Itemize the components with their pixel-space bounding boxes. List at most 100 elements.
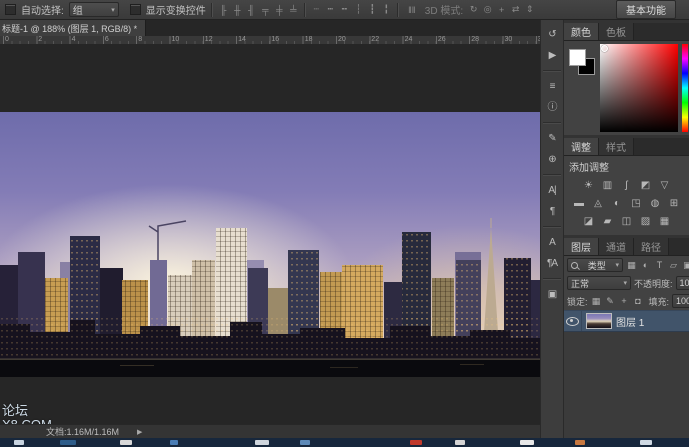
color-balance-adjustment-icon[interactable]: ◬: [591, 197, 606, 211]
vibrance-adjustment-icon[interactable]: ▽: [657, 179, 672, 193]
tab-paths[interactable]: 路径: [634, 238, 669, 255]
distribute-left-edges-icon[interactable]: ┆: [353, 4, 364, 15]
lock-image-pixels-icon[interactable]: ✎: [605, 296, 616, 307]
search-icon: [571, 262, 578, 269]
ruler-number: 20: [338, 36, 346, 44]
hue-slider[interactable]: [682, 44, 688, 132]
color-lookup-adjustment-icon[interactable]: ⊞: [667, 197, 682, 211]
tab-swatches[interactable]: 色板: [599, 23, 634, 40]
distribute-bottom-edges-icon[interactable]: ╍: [339, 4, 350, 15]
channel-mixer-adjustment-icon[interactable]: ◍: [648, 197, 663, 211]
character-styles-panel-icon[interactable]: A: [542, 234, 562, 251]
auto-select-dropdown[interactable]: 组▾: [69, 2, 119, 17]
character-panel-icon[interactable]: A|: [542, 182, 562, 199]
curves-adjustment-icon[interactable]: ʃ: [619, 179, 634, 193]
3d-slide-icon[interactable]: ⇄: [510, 4, 521, 15]
hue-saturation-adjustment-icon[interactable]: ▬: [572, 197, 587, 211]
lock-position-icon[interactable]: +: [619, 296, 630, 306]
align-vertical-centers-icon[interactable]: ╪: [274, 5, 285, 15]
properties-panel-icon[interactable]: ≡: [542, 78, 562, 95]
distribute-top-edges-icon[interactable]: ┄: [311, 4, 322, 15]
3d-drag-icon[interactable]: +: [496, 5, 507, 15]
document-tab-bar: 标题-1 @ 188% (图层 1, RGB/8) *: [0, 20, 540, 37]
layer-thumbnail[interactable]: [586, 313, 612, 329]
chevron-down-icon: ▾: [111, 6, 115, 14]
filter-shape-layers-icon[interactable]: ▱: [668, 260, 679, 271]
3d-rotate-icon[interactable]: ↻: [468, 4, 479, 15]
exposure-adjustment-icon[interactable]: ◩: [638, 179, 653, 193]
auto-align-layers-icon[interactable]: ‖‖: [404, 5, 420, 15]
desktop-item: [120, 440, 132, 445]
posterize-adjustment-icon[interactable]: ▰: [600, 215, 615, 229]
watermark-line1: 论坛: [2, 404, 52, 418]
lock-transparent-pixels-icon[interactable]: ▦: [591, 296, 602, 307]
auto-select-checkbox[interactable]: [5, 4, 16, 15]
gradient-map-adjustment-icon[interactable]: ▨: [638, 215, 653, 229]
layers-panel-group: 图层 通道 路径 类型 ▾ ▦◐T▱▣ 正常 ▾ 不透明度: 1: [564, 238, 689, 438]
distribute-right-edges-icon[interactable]: ╏: [381, 4, 392, 15]
distribute-vertical-centers-icon[interactable]: ┅: [325, 4, 336, 15]
layers-empty-area[interactable]: [564, 332, 689, 438]
filter-pixel-layers-icon[interactable]: ▦: [626, 260, 637, 271]
fill-field[interactable]: 100% ▾: [672, 294, 689, 308]
invert-adjustment-icon[interactable]: ◪: [581, 215, 596, 229]
paragraph-styles-panel-icon[interactable]: ¶A: [542, 255, 562, 272]
align-horizontal-centers-icon[interactable]: ╫: [232, 5, 243, 15]
actions-panel-icon[interactable]: ▶: [542, 47, 562, 64]
workspace-switcher-button[interactable]: 基本功能: [616, 0, 676, 19]
filter-adjustment-layers-icon[interactable]: ◐: [640, 260, 651, 270]
align-top-edges-icon[interactable]: ╤: [260, 5, 271, 15]
align-bottom-edges-icon[interactable]: ╧: [288, 5, 299, 15]
align-right-edges-icon[interactable]: ╢: [246, 5, 257, 15]
filter-smart-objects-icon[interactable]: ▣: [682, 260, 689, 271]
filter-type-layers-icon[interactable]: T: [654, 260, 665, 270]
desktop-item: [170, 440, 178, 445]
canvas-area[interactable]: 论坛 X8.COM: [0, 44, 540, 424]
separator: [211, 3, 213, 17]
tab-layers[interactable]: 图层: [564, 238, 599, 255]
photoshop-window: 自动选择: 组▾ 显示变换控件 ╟╫╢╤╪╧ ┄┅╍┆┇╏ ‖‖ 3D 模式: …: [0, 0, 689, 447]
black-white-adjustment-icon[interactable]: ◐: [610, 197, 625, 211]
3d-panel-icon[interactable]: ▣: [542, 286, 562, 303]
distribute-horizontal-centers-icon[interactable]: ┇: [367, 4, 378, 15]
auto-select-value: 组: [73, 2, 83, 17]
clone-source-panel-icon[interactable]: ⊕: [542, 151, 562, 168]
layer-filter-dropdown[interactable]: 类型 ▾: [567, 258, 623, 272]
tab-styles[interactable]: 样式: [599, 138, 634, 155]
3d-mode-label: 3D 模式:: [425, 2, 463, 17]
align-left-edges-icon[interactable]: ╟: [218, 5, 229, 15]
threshold-adjustment-icon[interactable]: ◫: [619, 215, 634, 229]
opacity-field[interactable]: 100% ▾: [676, 276, 689, 290]
color-panel: [564, 41, 689, 135]
document-tab[interactable]: 标题-1 @ 188% (图层 1, RGB/8) *: [0, 20, 146, 36]
layer-visibility-toggle[interactable]: [564, 311, 582, 331]
fill-value: 100%: [676, 296, 689, 306]
foreground-color-swatch[interactable]: [569, 49, 586, 66]
paragraph-panel-icon[interactable]: ¶: [542, 203, 562, 220]
brightness-contrast-adjustment-icon[interactable]: ☀: [581, 179, 596, 193]
levels-adjustment-icon[interactable]: ▥: [600, 179, 615, 193]
photo-filter-adjustment-icon[interactable]: ◳: [629, 197, 644, 211]
color-picker-marker[interactable]: [601, 45, 608, 52]
show-transform-controls-checkbox[interactable]: [130, 4, 141, 15]
info-panel-icon[interactable]: ⓘ: [542, 99, 562, 116]
saturation-brightness-field[interactable]: [600, 44, 678, 132]
lock-all-icon[interactable]: ◘: [633, 296, 644, 306]
tab-color[interactable]: 颜色: [564, 23, 599, 40]
3d-scale-icon[interactable]: ⇕: [524, 4, 535, 15]
tab-channels[interactable]: 通道: [599, 238, 634, 255]
status-popup-arrow-icon[interactable]: ▶: [137, 428, 142, 436]
adjustment-icons-row3: ◪ ▰ ◫ ▨ ▦: [567, 213, 686, 231]
ruler-number: 14: [238, 36, 246, 44]
distribute-buttons-group: ┄┅╍┆┇╏: [311, 4, 392, 15]
fill-label: 填充:: [649, 295, 670, 308]
3d-roll-icon[interactable]: ◎: [482, 4, 493, 15]
layers-blend-row: 正常 ▾ 不透明度: 100% ▾: [564, 274, 689, 292]
brush-presets-panel-icon[interactable]: ✎: [542, 130, 562, 147]
selective-color-adjustment-icon[interactable]: ▦: [657, 215, 672, 229]
history-panel-icon[interactable]: ↺: [542, 26, 562, 43]
blend-mode-dropdown[interactable]: 正常 ▾: [567, 276, 631, 290]
layer-row-selected[interactable]: 图层 1: [564, 310, 689, 332]
tab-adjustments[interactable]: 调整: [564, 138, 599, 155]
lock-buttons: ▦✎+◘: [591, 296, 644, 307]
